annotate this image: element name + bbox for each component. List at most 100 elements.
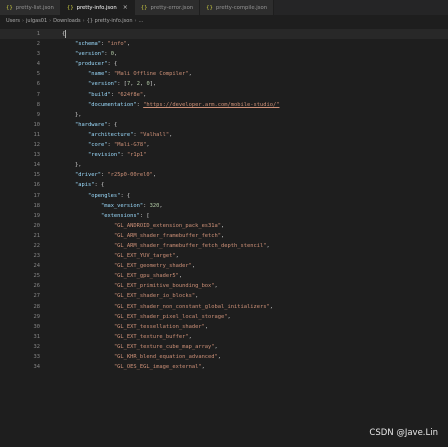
code-text: "schema": "info", bbox=[62, 39, 130, 49]
code-token: , bbox=[175, 253, 179, 260]
code-token: "r25p0-00rel0" bbox=[107, 172, 153, 179]
breadcrumb-item[interactable]: Users bbox=[6, 18, 20, 24]
code-token: "schema" bbox=[74, 41, 101, 48]
code-text: "revision": "r1p1" bbox=[62, 150, 146, 160]
line-number: 13 bbox=[33, 152, 41, 159]
code-text: "extensions": [ bbox=[62, 211, 150, 221]
code-token: , bbox=[214, 283, 218, 290]
json-file-icon: {} bbox=[206, 4, 213, 11]
code-line: 7 "build": "624f8e", bbox=[0, 90, 448, 100]
code-token: , bbox=[126, 41, 131, 48]
code-text: "GL_EXT_primitive_bounding_box", bbox=[62, 281, 218, 291]
code-token: "apis" bbox=[74, 182, 95, 189]
code-line: 20 "GL_ANDROID_extension_pack_es31a", bbox=[0, 221, 448, 231]
json-file-icon: {} bbox=[140, 4, 148, 11]
code-line: 30 "GL_EXT_tessellation_shader", bbox=[0, 322, 448, 332]
code-text: "GL_EXT_gpu_shader5", bbox=[62, 271, 182, 281]
code-line: 32 "GL_EXT_texture_cube_map_array", bbox=[0, 342, 448, 352]
code-token: "version" bbox=[74, 51, 105, 58]
code-text: }, bbox=[62, 110, 82, 120]
breadcrumb-item[interactable]: Downloads bbox=[53, 18, 80, 24]
code-token: : { bbox=[107, 61, 118, 68]
code-text: "GL_ANDROID_extension_pack_es31a", bbox=[62, 221, 224, 231]
code-token: , bbox=[221, 232, 225, 239]
editor-tab[interactable]: {} pretty-list.json bbox=[0, 0, 61, 15]
tab-label: pretty-error.json bbox=[150, 4, 194, 11]
code-text: "max_version": 320, bbox=[62, 201, 163, 211]
code-text: "architecture": "Valhall", bbox=[62, 130, 172, 140]
code-text: "version": 0, bbox=[62, 49, 117, 59]
editor-tab[interactable]: {} pretty-error.json bbox=[134, 0, 201, 15]
code-text: "GL_EXT_tessellation_shader", bbox=[62, 322, 208, 332]
code-token: , bbox=[217, 354, 222, 360]
code-token: "hardware" bbox=[74, 121, 108, 128]
code-token: "info" bbox=[107, 41, 127, 48]
code-line: 16 "apis": { bbox=[0, 180, 448, 190]
code-text: "GL_EXT_shader_non_constant_global_initi… bbox=[62, 302, 273, 312]
chevron-right-icon: › bbox=[49, 18, 52, 24]
line-number: 24 bbox=[33, 263, 41, 270]
code-token: "GL_ANDROID_extension_pack_es31a" bbox=[113, 222, 222, 229]
code-token: "core" bbox=[87, 142, 108, 149]
breadcrumb-item[interactable]: {} pretty-info.json bbox=[87, 18, 133, 24]
line-number: 8 bbox=[36, 101, 40, 108]
code-text: "GL_EXT_texture_cube_map_array", bbox=[62, 342, 218, 352]
code-editor[interactable]: 1{2 "schema": "info", 3 "version": 0, 4 "p… bbox=[0, 29, 448, 447]
code-token: "GL_EXT_shader_pixel_local_storage" bbox=[113, 313, 228, 320]
chevron-right-icon: › bbox=[134, 18, 137, 24]
editor-tab[interactable]: {} pretty-info.json × bbox=[60, 0, 135, 15]
code-text: "GL_EXT_texture_buffer", bbox=[62, 332, 192, 342]
line-number: 34 bbox=[33, 364, 41, 371]
code-text: "version": [7, 2, 0], bbox=[62, 79, 156, 89]
code-token: }, bbox=[62, 162, 82, 169]
code-line: 2 "schema": "info", bbox=[0, 39, 448, 49]
code-token: "Mali Offline Compiler" bbox=[113, 71, 189, 78]
code-token: , bbox=[195, 293, 199, 300]
watermark: CSDN @Jave.Lin bbox=[369, 428, 438, 438]
line-number: 32 bbox=[33, 343, 41, 350]
code-line: 17 "opengles": { bbox=[0, 191, 448, 201]
code-token: "extensions" bbox=[100, 212, 140, 219]
code-token: "producer" bbox=[74, 61, 108, 68]
line-number: 27 bbox=[33, 293, 41, 300]
code-line: 21 "GL_ARM_shader_framebuffer_fetch", bbox=[0, 231, 448, 241]
line-number: 22 bbox=[33, 242, 41, 249]
code-token: , bbox=[113, 51, 118, 58]
code-token: "build" bbox=[87, 91, 111, 98]
code-token: "GL_EXT_texture_cube_map_array" bbox=[113, 343, 215, 350]
code-token: "opengles" bbox=[87, 192, 121, 199]
code-text: "hardware": { bbox=[62, 120, 117, 130]
tab-label: pretty-list.json bbox=[15, 4, 54, 11]
line-number: 26 bbox=[33, 283, 41, 290]
code-token: "driver" bbox=[74, 172, 101, 179]
code-token: ], bbox=[149, 81, 157, 88]
text-cursor bbox=[65, 29, 67, 38]
code-line: 31 "GL_EXT_texture_buffer", bbox=[0, 332, 448, 342]
line-number: 9 bbox=[36, 111, 40, 118]
code-token: "r1p1" bbox=[126, 152, 147, 159]
line-number: 1 bbox=[36, 31, 40, 37]
breadcrumb-item[interactable]: ... bbox=[139, 18, 144, 24]
code-line: 10 "hardware": { bbox=[0, 120, 448, 130]
code-token: "GL_EXT_tessellation_shader" bbox=[113, 323, 205, 330]
breadcrumb-item[interactable]: julgas01 bbox=[26, 18, 47, 24]
code-line: 19 "extensions": [ bbox=[0, 211, 448, 221]
code-token: , bbox=[178, 273, 183, 280]
editor-tab[interactable]: {} pretty-compile.json bbox=[200, 0, 275, 15]
close-tab-icon[interactable]: × bbox=[123, 4, 128, 11]
